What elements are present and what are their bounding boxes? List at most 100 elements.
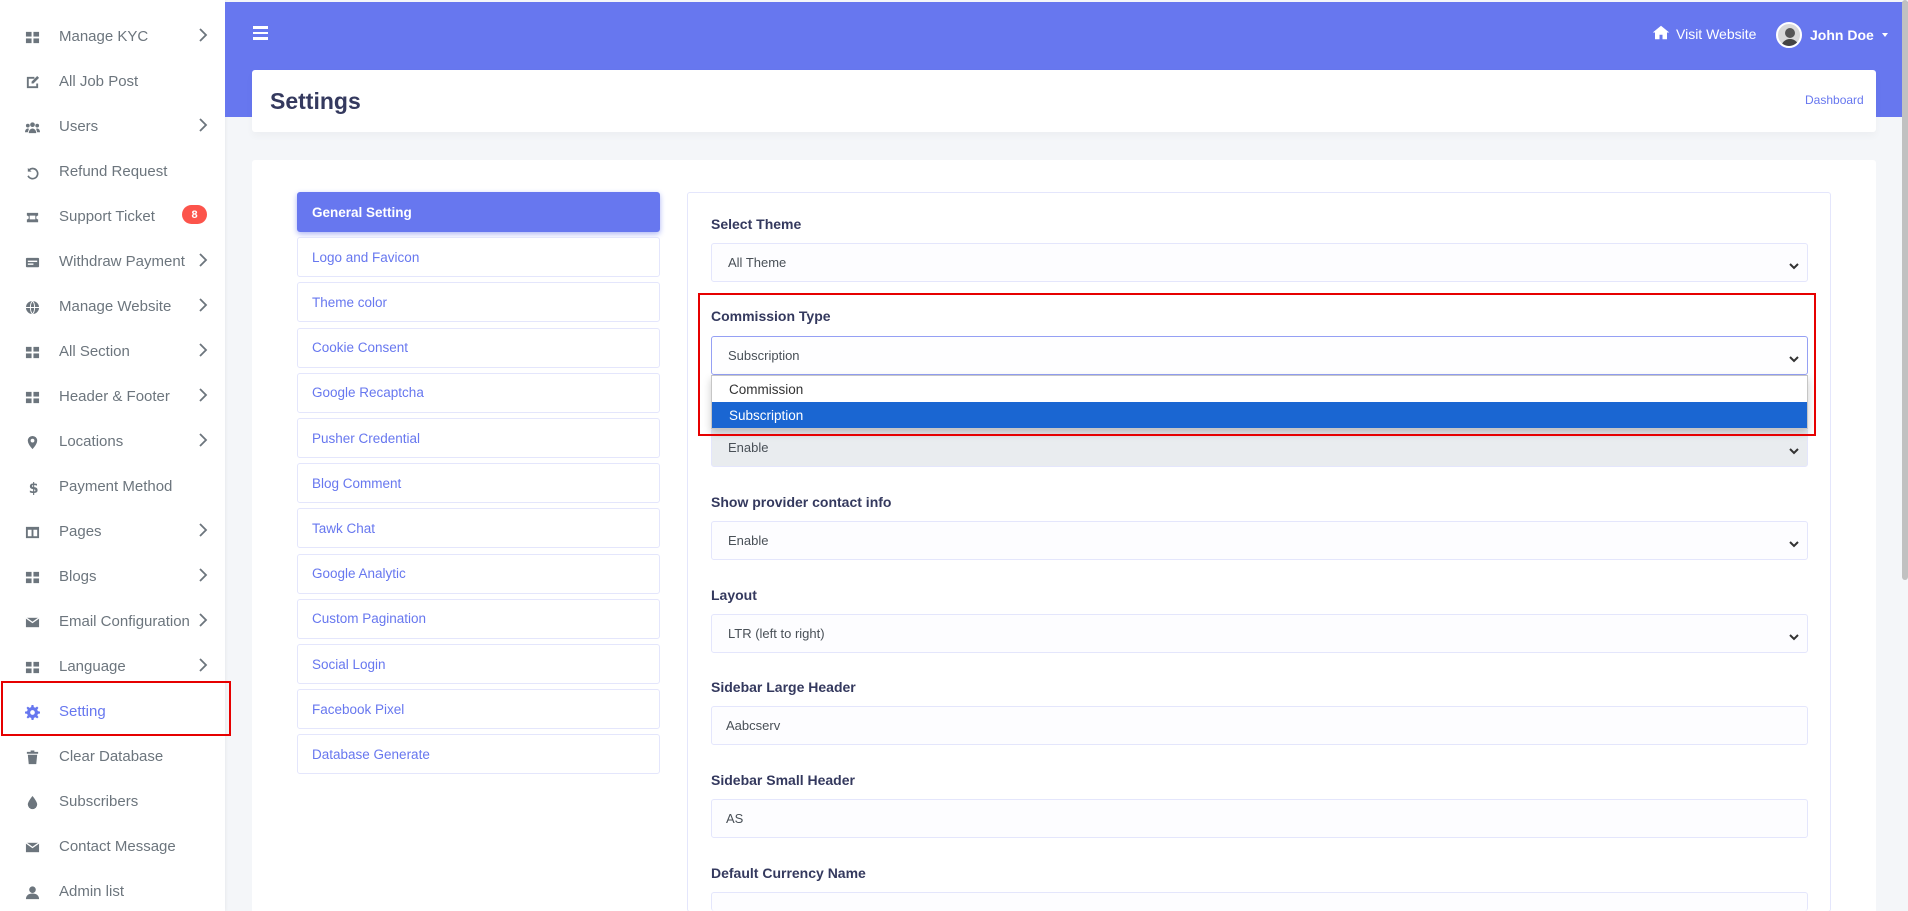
sidebar-item-all-job-post[interactable]: All Job Post — [0, 60, 225, 105]
notification-badge: 8 — [182, 205, 207, 224]
section-header — [252, 70, 1876, 132]
tab-database-generate[interactable]: Database Generate — [297, 734, 660, 775]
tab-facebook-pixel[interactable]: Facebook Pixel — [297, 689, 660, 730]
sidebar-item-subscribers[interactable]: Subscribers — [0, 780, 225, 825]
sidebar-item-label: Language — [59, 658, 126, 675]
sidebar-item-label: Manage KYC — [59, 28, 149, 45]
user-name: John Doe — [1810, 27, 1874, 43]
breadcrumb-dashboard[interactable]: Dashboard — [1805, 93, 1864, 107]
user-menu[interactable]: John Doe — [1776, 22, 1888, 48]
sidebar-item-all-section[interactable]: All Section — [0, 330, 225, 375]
svg-text:$: $ — [28, 481, 38, 495]
tab-general-setting[interactable]: General Setting — [297, 192, 660, 232]
tab-google-analytic[interactable]: Google Analytic — [297, 553, 660, 594]
sidebar-item-support-ticket[interactable]: Support Ticket 8 — [0, 195, 225, 240]
tab-blog-comment[interactable]: Blog Comment — [297, 463, 660, 504]
sidebar-item-label: Pages — [59, 523, 102, 540]
grid-icon — [24, 659, 40, 675]
chevron-down-icon — [1789, 443, 1799, 455]
select-theme-select[interactable]: All Theme — [711, 243, 1808, 282]
layout-label: Layout — [711, 587, 757, 603]
grid-icon — [24, 389, 40, 405]
sidebar-item-locations[interactable]: Locations — [0, 420, 225, 465]
user-icon — [24, 884, 40, 900]
sidebar-item-label: Subscribers — [59, 793, 139, 810]
scrollbar[interactable] — [1902, 0, 1908, 580]
select-theme-label: Select Theme — [711, 216, 802, 232]
sidebar-small-header-input[interactable]: AS — [711, 799, 1808, 838]
sidebar-item-label: Locations — [59, 433, 124, 450]
home-icon — [1652, 25, 1670, 43]
default-currency-name-input[interactable] — [711, 892, 1808, 911]
chevron-right-icon — [198, 388, 208, 404]
sidebar-item-label: Clear Database — [59, 748, 164, 765]
caret-down-icon — [1881, 33, 1888, 37]
show-provider-contact-select[interactable]: Enable — [711, 521, 1808, 560]
visit-website-label: Visit Website — [1676, 26, 1757, 42]
sidebar-item-label: Contact Message — [59, 838, 176, 855]
envelope-icon — [24, 839, 40, 855]
sidebar-item-label: Email Configuration — [59, 613, 190, 630]
chevron-down-icon — [1789, 629, 1799, 641]
map-pin-icon — [24, 434, 40, 450]
chevron-right-icon — [198, 523, 208, 539]
sidebar-item-label: All Section — [59, 343, 130, 360]
tab-custom-pagination[interactable]: Custom Pagination — [297, 598, 660, 639]
sidebar-item-users[interactable]: Users — [0, 105, 225, 150]
chevron-right-icon — [198, 658, 208, 674]
sidebar-item-label: Header & Footer — [59, 388, 170, 405]
undo-icon — [24, 164, 40, 180]
sidebar-item-header-footer[interactable]: Header & Footer — [0, 375, 225, 420]
sidebar-item-clear-database[interactable]: Clear Database — [0, 735, 225, 780]
grid-icon — [24, 569, 40, 585]
sidebar-item-label: Support Ticket — [59, 208, 155, 225]
tab-pusher-credential[interactable]: Pusher Credential — [297, 418, 660, 458]
drop-icon — [24, 794, 40, 810]
sidebar-small-header-label: Sidebar Small Header — [711, 772, 855, 788]
sidebar-item-contact-message[interactable]: Contact Message — [0, 825, 225, 870]
envelope-icon — [24, 614, 40, 630]
tab-social-login[interactable]: Social Login — [297, 644, 660, 684]
chevron-down-icon — [1789, 536, 1799, 548]
edit-icon — [24, 74, 40, 90]
tab-cookie-consent[interactable]: Cookie Consent — [297, 327, 660, 368]
visit-website-link[interactable]: Visit Website — [1652, 25, 1756, 43]
sidebar-item-refund-request[interactable]: Refund Request — [0, 150, 225, 195]
chevron-right-icon — [198, 613, 208, 629]
chevron-right-icon — [198, 28, 208, 44]
sidebar-item-email-configuration[interactable]: Email Configuration — [0, 600, 225, 645]
layout-select[interactable]: LTR (left to right) — [711, 614, 1808, 653]
trash-icon — [24, 749, 40, 765]
page-title: Settings — [270, 88, 361, 114]
dollar-icon: $ — [24, 479, 40, 495]
sidebar-item-label: All Job Post — [59, 73, 139, 90]
sidebar-item-manage-kyc[interactable]: Manage KYC — [0, 15, 225, 60]
avatar — [1776, 22, 1802, 48]
select-theme-value: All Theme — [728, 255, 787, 270]
sidebar-item-label: Manage Website — [59, 298, 172, 315]
sidebar-item-pages[interactable]: Pages — [0, 510, 225, 555]
sidebar-item-manage-website[interactable]: Manage Website — [0, 285, 225, 330]
tab-tawk-chat[interactable]: Tawk Chat — [297, 508, 660, 549]
chevron-right-icon — [198, 298, 208, 314]
grid-icon — [24, 29, 40, 45]
chevron-right-icon — [198, 253, 208, 269]
tab-google-recaptcha[interactable]: Google Recaptcha — [297, 372, 660, 413]
sidebar-large-header-input[interactable]: Aabcserv — [711, 706, 1808, 745]
hamburger-menu-icon[interactable] — [253, 26, 268, 40]
sidebar-item-blogs[interactable]: Blogs — [0, 555, 225, 600]
sidebar-item-payment-method[interactable]: $ Payment Method — [0, 465, 225, 510]
sidebar-item-admin-list[interactable]: Admin list — [0, 870, 225, 911]
wallet-icon — [24, 254, 40, 270]
setting-highlight-box — [1, 681, 231, 736]
columns-icon — [24, 524, 40, 540]
chevron-right-icon — [198, 568, 208, 584]
sidebar-large-header-label: Sidebar Large Header — [711, 679, 856, 695]
tab-logo-and-favicon[interactable]: Logo and Favicon — [297, 237, 660, 278]
chevron-right-icon — [198, 433, 208, 449]
sidebar-item-withdraw-payment[interactable]: Withdraw Payment — [0, 240, 225, 285]
sidebar: Manage KYC All Job Post Users Refund Reques… — [0, 0, 225, 911]
chevron-right-icon — [198, 343, 208, 359]
tab-theme-color[interactable]: Theme color — [297, 282, 660, 323]
grid-icon — [24, 344, 40, 360]
